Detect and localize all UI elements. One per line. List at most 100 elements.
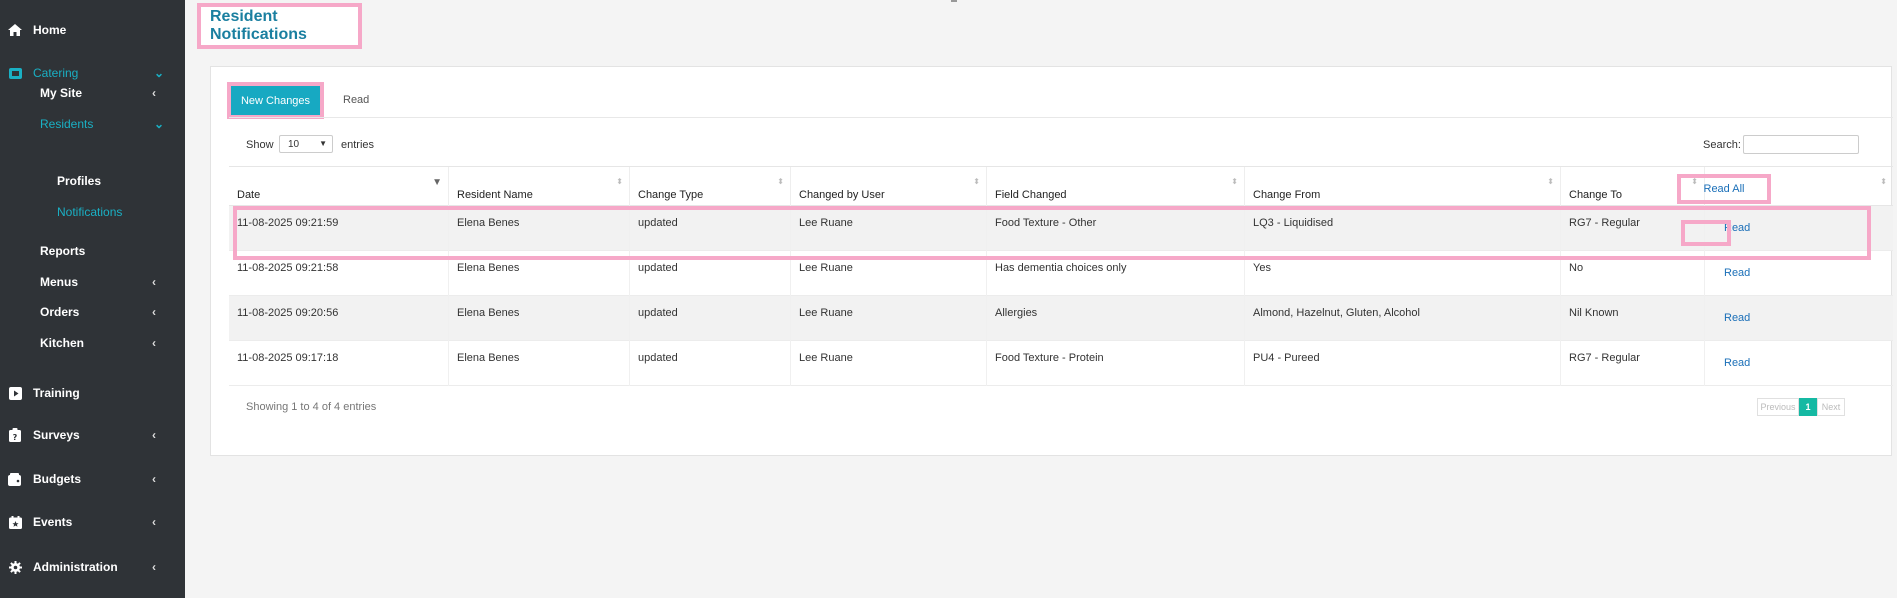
cell-field-changed: Food Texture - Protein xyxy=(987,341,1245,386)
search-input[interactable] xyxy=(1743,135,1859,154)
cell-change-from: Yes xyxy=(1245,251,1561,296)
chevron-left-icon: ‹ xyxy=(152,275,156,289)
column-header-label: Changed by User xyxy=(799,189,885,201)
sidebar-item-training[interactable]: Training xyxy=(0,380,185,406)
cell-change-type: updated xyxy=(630,341,791,386)
calendar-icon xyxy=(8,515,22,529)
pagination-next[interactable]: Next xyxy=(1817,398,1845,416)
sidebar-item-label: Menus xyxy=(40,275,79,289)
sidebar-item-label: Surveys xyxy=(33,428,80,442)
sidebar-item-label: Profiles xyxy=(57,174,102,188)
column-header-change-type[interactable]: Change Type ⬍ xyxy=(630,167,791,207)
sidebar-item-label: Events xyxy=(33,515,73,529)
cell-change-type: updated xyxy=(630,251,791,296)
sidebar-item-menus[interactable]: Menus ‹ xyxy=(0,269,185,295)
pagination-previous[interactable]: Previous xyxy=(1757,398,1799,416)
read-link[interactable]: Read xyxy=(1724,312,1750,324)
read-all-link[interactable]: Read All xyxy=(1704,183,1745,195)
sidebar-item-label: Home xyxy=(33,23,67,37)
sidebar-item-label: Training xyxy=(33,386,80,400)
sidebar-item-label: Administration xyxy=(33,560,118,574)
column-header-date[interactable]: Date ▼ xyxy=(229,167,449,207)
cell-changed-by-user: Lee Ruane xyxy=(791,251,987,296)
entries-select-value: 10 xyxy=(288,138,300,150)
column-header-changed-by-user[interactable]: Changed by User ⬍ xyxy=(791,167,987,207)
sidebar-item-notifications[interactable]: Notifications xyxy=(0,199,185,225)
notifications-panel: New Changes Read Show 10 ▼ entries Searc… xyxy=(210,66,1893,456)
cell-date: 11-08-2025 09:21:58 xyxy=(229,251,449,296)
chevron-down-icon: ⌄ xyxy=(154,117,165,131)
cell-resident-name: Elena Benes xyxy=(449,296,630,341)
tabs-divider xyxy=(229,117,1893,118)
cell-change-type: updated xyxy=(630,296,791,341)
column-header-resident-name[interactable]: Resident Name ⬍ xyxy=(449,167,630,207)
pagination: Previous 1 Next xyxy=(1757,398,1845,416)
wallet-icon xyxy=(8,472,22,486)
clipboard-icon: ? xyxy=(8,428,22,442)
cell-change-to: No xyxy=(1561,251,1705,296)
sort-icon: ⬍ xyxy=(1231,177,1238,186)
tab-new-changes-highlight: New Changes xyxy=(227,82,324,119)
column-header-field-changed[interactable]: Field Changed ⬍ xyxy=(987,167,1245,207)
gear-icon xyxy=(8,560,22,574)
sidebar-item-label: Notifications xyxy=(57,205,123,219)
chevron-left-icon: ‹ xyxy=(152,515,156,529)
cell-changed-by-user: Lee Ruane xyxy=(791,341,987,386)
cell-field-changed: Allergies xyxy=(987,296,1245,341)
chevron-left-icon: ‹ xyxy=(152,560,156,574)
sidebar-item-reports[interactable]: Reports xyxy=(0,238,185,264)
read-link[interactable]: Read xyxy=(1724,267,1750,279)
sidebar-item-surveys[interactable]: ? Surveys ‹ xyxy=(0,422,185,448)
table-header: Date ▼ Resident Name ⬍ Change Type ⬍ Cha… xyxy=(229,166,1893,207)
column-header-label: Change From xyxy=(1253,189,1321,201)
column-header-label: Change To xyxy=(1569,189,1623,201)
sidebar-item-my-site[interactable]: My Site ‹ xyxy=(0,80,185,106)
table-row: 11-08-2025 09:21:59 Elena Benes updated Lee… xyxy=(229,206,1893,251)
read-all-highlight: Read All xyxy=(1677,174,1771,204)
chevron-left-icon: ‹ xyxy=(152,305,156,319)
search-label: Search: xyxy=(1703,139,1741,151)
chevron-left-icon: ‹ xyxy=(152,336,156,350)
table-row: 11-08-2025 09:17:18 Elena Benes updated Lee… xyxy=(229,341,1893,386)
cell-resident-name: Elena Benes xyxy=(449,206,630,251)
cell-change-from: Almond, Hazelnut, Gluten, Alcohol xyxy=(1245,296,1561,341)
cell-action: Read xyxy=(1705,296,1893,341)
sidebar-item-label: Kitchen xyxy=(40,336,85,350)
entries-select[interactable]: 10 ▼ xyxy=(279,135,333,153)
main-content: Resident Notifications New Changes Read … xyxy=(185,0,1897,598)
sidebar-item-events[interactable]: Events ‹ xyxy=(0,509,185,535)
cell-resident-name: Elena Benes xyxy=(449,341,630,386)
cell-change-from: PU4 - Pureed xyxy=(1245,341,1561,386)
sidebar-item-home[interactable]: Home xyxy=(0,17,185,43)
cell-action: Read xyxy=(1705,251,1893,296)
cell-resident-name: Elena Benes xyxy=(449,251,630,296)
sidebar-item-administration[interactable]: Administration ‹ xyxy=(0,554,185,580)
tab-read[interactable]: Read xyxy=(343,94,369,106)
sidebar-item-orders[interactable]: Orders ‹ xyxy=(0,299,185,325)
sort-icon: ⬍ xyxy=(1880,177,1887,186)
sidebar-item-profiles[interactable]: Profiles xyxy=(0,168,185,194)
sort-icon: ⬍ xyxy=(777,177,784,186)
sidebar-item-kitchen[interactable]: Kitchen ‹ xyxy=(0,330,185,356)
sidebar-item-label: Budgets xyxy=(33,472,81,486)
show-label: Show xyxy=(246,139,274,151)
tab-new-changes[interactable]: New Changes xyxy=(231,86,320,115)
caret-down-icon: ▼ xyxy=(319,139,327,148)
play-icon xyxy=(8,386,22,400)
sidebar-item-label: Orders xyxy=(40,305,80,319)
cell-changed-by-user: Lee Ruane xyxy=(791,206,987,251)
cell-change-from: LQ3 - Liquidised xyxy=(1245,206,1561,251)
table-row: 11-08-2025 09:21:58 Elena Benes updated Lee… xyxy=(229,251,1893,296)
cell-change-to: RG7 - Regular xyxy=(1561,341,1705,386)
read-link[interactable]: Read xyxy=(1724,357,1750,369)
column-header-label: Change Type xyxy=(638,189,704,201)
pagination-page-1[interactable]: 1 xyxy=(1799,398,1817,416)
sidebar-item-budgets[interactable]: Budgets ‹ xyxy=(0,466,185,492)
column-header-change-from[interactable]: Change From ⬍ xyxy=(1245,167,1561,207)
sidebar-item-label: Catering xyxy=(33,66,79,80)
entries-label: entries xyxy=(341,139,375,151)
column-header-label: Date xyxy=(237,189,261,201)
home-icon xyxy=(8,23,22,37)
sidebar-item-residents[interactable]: Residents ⌄ xyxy=(0,111,185,137)
read-link-highlight xyxy=(1681,220,1731,246)
